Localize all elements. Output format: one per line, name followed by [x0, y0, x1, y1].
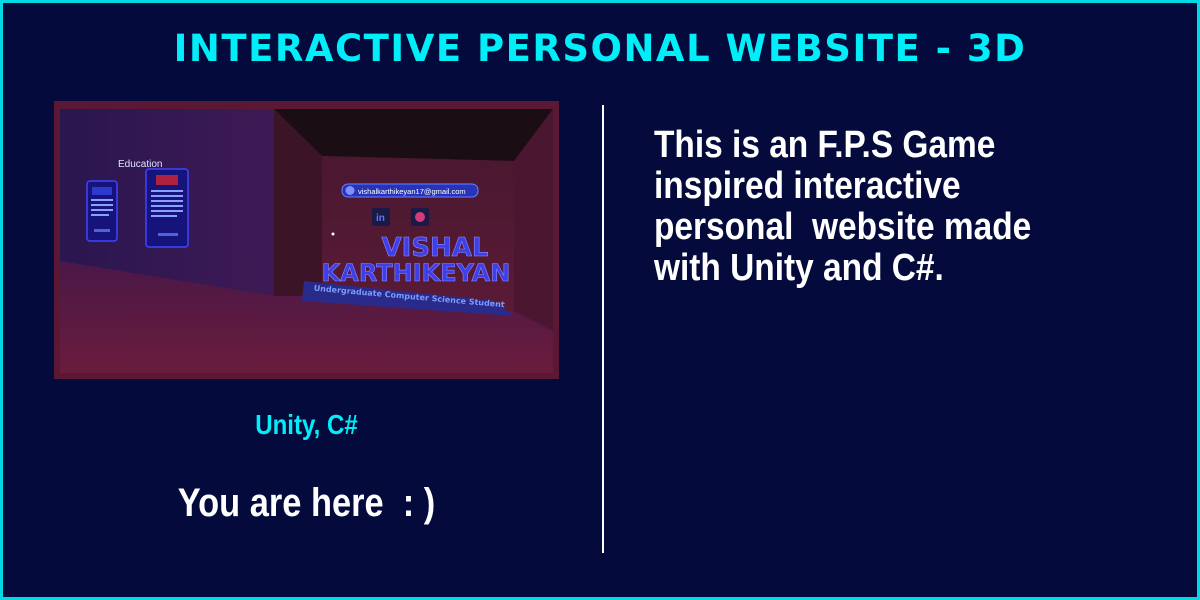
card-text-line: [151, 190, 183, 192]
card-logo: [92, 187, 112, 195]
project-description: This is an F.P.S Game inspired interacti…: [654, 124, 1032, 289]
linkedin-glyph: in: [376, 213, 385, 224]
card-text-line: [91, 209, 113, 211]
card-text-line: [151, 205, 183, 207]
card-text-line: [91, 199, 113, 201]
card-button: [94, 229, 110, 232]
education-card-school: [86, 180, 118, 242]
card-text-line: [91, 214, 109, 216]
email-bar: vishalkarthikeyan17@gmail.com: [341, 183, 479, 198]
card-text-line: [151, 215, 177, 217]
card-button: [158, 233, 178, 236]
project-screenshot: Education vishalkarthikeyan17@gmail.com …: [54, 101, 559, 379]
game-scene: Education vishalkarthikeyan17@gmail.com …: [54, 101, 559, 379]
email-text: vishalkarthikeyan17@gmail.com: [358, 187, 466, 196]
card-text-line: [151, 200, 183, 202]
name-line-2: KARTHIKEYAN: [322, 259, 511, 287]
project-card: INTERACTIVE PERSONAL WEBSITE - 3D Educat…: [0, 0, 1200, 600]
card-text-line: [151, 195, 183, 197]
card-text-line: [151, 210, 183, 212]
education-card-college: [145, 168, 189, 248]
page-title: INTERACTIVE PERSONAL WEBSITE - 3D: [173, 27, 1027, 70]
column-divider: [602, 105, 604, 553]
mail-icon: [345, 186, 355, 195]
status-text: You are here : ): [177, 481, 436, 525]
card-logo: [156, 175, 178, 185]
crosshair-dot: [331, 232, 335, 236]
github-glyph: [415, 212, 425, 222]
card-text-line: [91, 204, 113, 206]
tech-stack-label: Unity, C#: [255, 409, 358, 440]
